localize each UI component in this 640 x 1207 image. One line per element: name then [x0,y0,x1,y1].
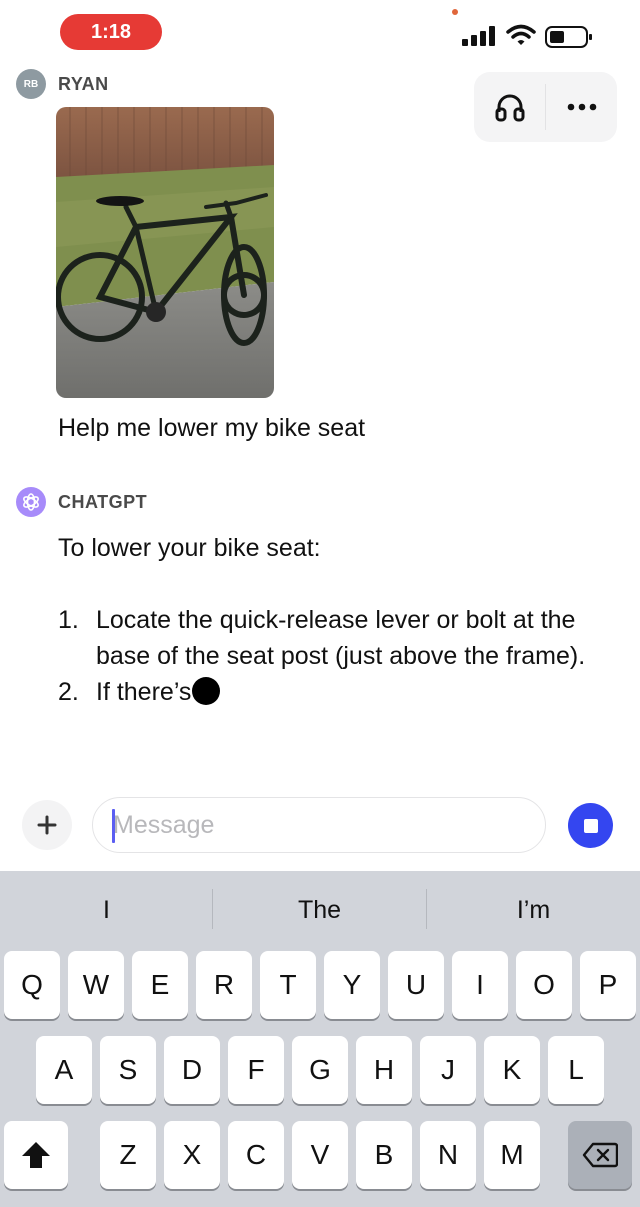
streaming-cursor [192,677,221,705]
stop-generating-button[interactable] [568,803,613,848]
delete-key[interactable] [568,1121,632,1189]
key-t[interactable]: T [260,951,316,1019]
text-caret [112,809,115,843]
key-n[interactable]: N [420,1121,476,1189]
key-d[interactable]: D [164,1036,220,1104]
key-m[interactable]: M [484,1121,540,1189]
step-number: 2. [58,678,79,706]
user-avatar: RB [16,69,46,99]
key-z[interactable]: Z [100,1121,156,1189]
step-item: 1. Locate the quick-release lever or bol… [58,602,618,674]
openai-logo-icon [23,493,39,511]
key-f[interactable]: F [228,1036,284,1104]
step-number: 1. [58,606,79,634]
step-text: If there’s [96,678,192,706]
bike-photo-image [56,107,274,398]
assistant-author-row: CHATGPT [16,487,147,517]
key-e[interactable]: E [132,951,188,1019]
battery-icon [545,26,592,48]
step-text: Locate the quick-release lever or bolt a… [96,606,586,670]
backspace-icon [582,1142,618,1168]
status-bar: 1:18 [0,0,640,62]
shift-key[interactable] [4,1121,68,1189]
add-attachment-button[interactable] [22,800,72,850]
key-x[interactable]: X [164,1121,220,1189]
key-a[interactable]: A [36,1036,92,1104]
user-author-row: RB RYAN [16,69,109,99]
cellular-signal-icon [462,26,495,46]
ellipsis-icon [567,103,596,111]
voice-mode-button[interactable] [474,72,545,142]
privacy-indicator [452,9,458,15]
key-c[interactable]: C [228,1121,284,1189]
suggestion-2[interactable]: The [213,871,426,949]
message-input[interactable] [92,797,546,853]
key-s[interactable]: S [100,1036,156,1104]
attached-bike-photo[interactable] [56,107,274,398]
key-v[interactable]: V [292,1121,348,1189]
key-r[interactable]: R [196,951,252,1019]
chatgpt-avatar [16,487,46,517]
assistant-name: CHATGPT [58,491,148,512]
suggestion-1[interactable]: I [0,871,213,949]
key-o[interactable]: O [516,951,572,1019]
key-j[interactable]: J [420,1036,476,1104]
key-k[interactable]: K [484,1036,540,1104]
key-i[interactable]: I [452,951,508,1019]
key-l[interactable]: L [548,1036,604,1104]
assistant-intro: To lower your bike seat: [58,534,321,562]
step-item: 2. If there’s [58,674,618,710]
key-g[interactable]: G [292,1036,348,1104]
key-y[interactable]: Y [324,951,380,1019]
key-b[interactable]: B [356,1121,412,1189]
stop-icon [583,818,598,833]
key-q[interactable]: Q [4,951,60,1019]
key-h[interactable]: H [356,1036,412,1104]
header-actions [474,72,617,142]
user-message-text: Help me lower my bike seat [58,414,366,442]
user-name: RYAN [58,73,109,94]
on-screen-keyboard: I The I’m Q W E R T Y U I O P A S D F G … [0,871,640,1207]
suggestion-3[interactable]: I’m [427,871,640,949]
assistant-message: To lower your bike seat: 1. Locate the q… [58,530,618,710]
status-time: 1:18 [60,14,162,50]
key-u[interactable]: U [388,951,444,1019]
key-w[interactable]: W [68,951,124,1019]
shift-icon [22,1142,50,1168]
more-options-button[interactable] [546,72,617,142]
headphones-icon [495,94,524,122]
plus-icon [37,815,57,835]
key-p[interactable]: P [580,951,636,1019]
wifi-icon [506,24,536,45]
